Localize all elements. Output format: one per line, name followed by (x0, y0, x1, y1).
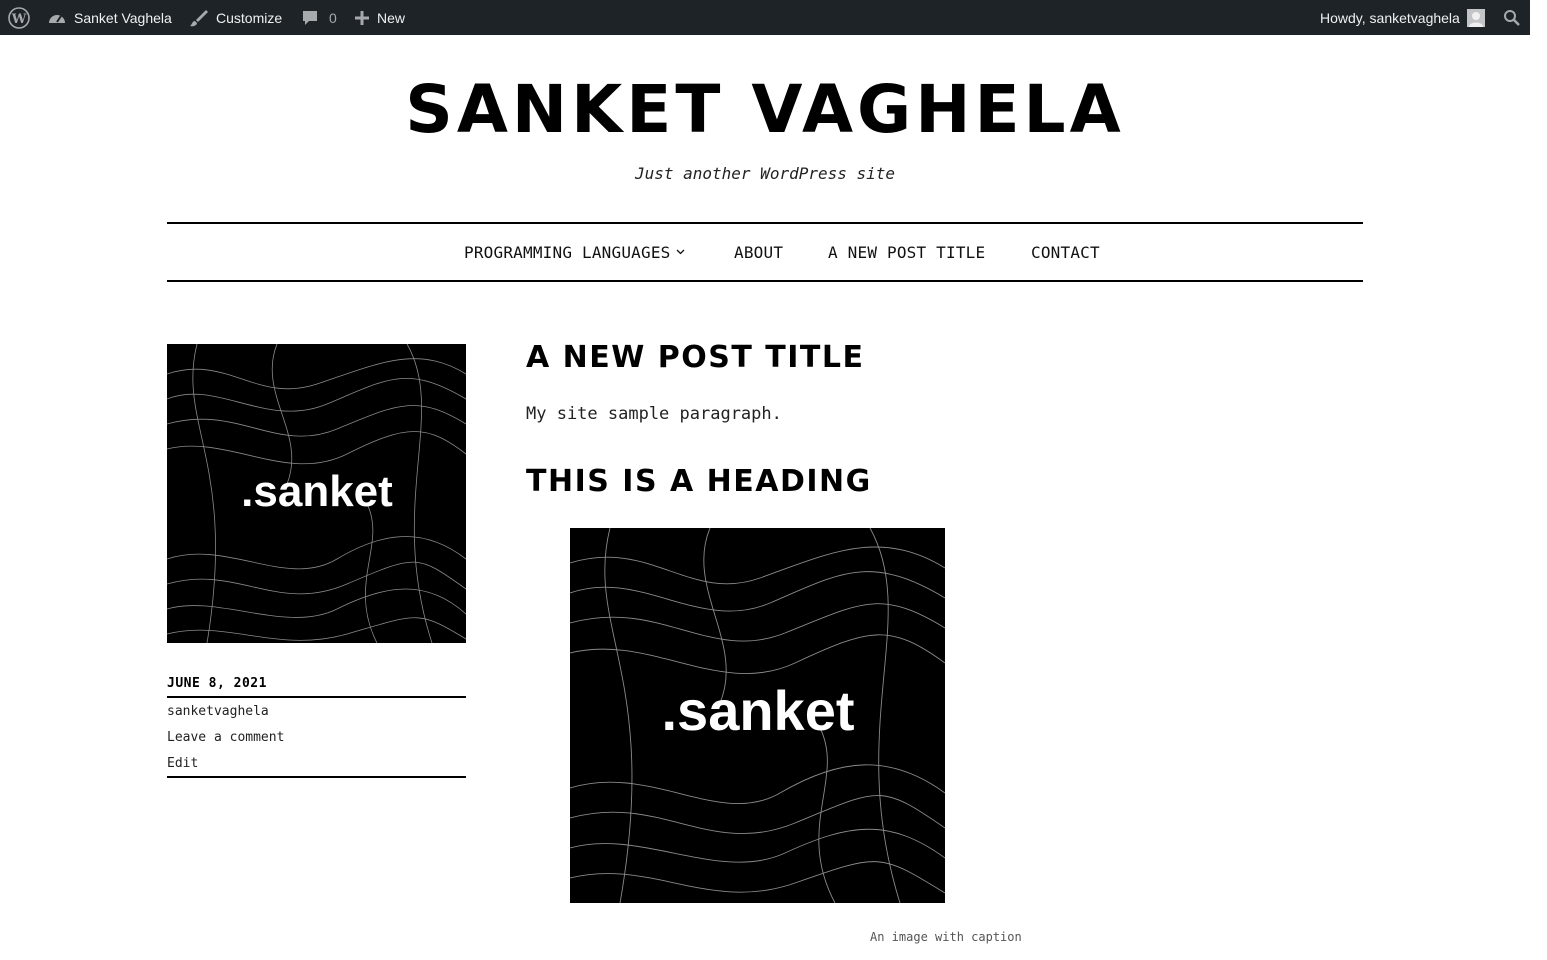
meta-divider-bottom (167, 776, 466, 778)
featured-image-brand-text: .sanket (241, 467, 393, 516)
comments-link[interactable]: 0 (301, 0, 337, 35)
site-name-link[interactable]: Sanket Vaghela (47, 0, 172, 35)
meta-divider-top (167, 696, 466, 698)
site-name-label: Sanket Vaghela (74, 9, 172, 26)
post-paragraph: My site sample paragraph. (526, 404, 782, 424)
site-title[interactable]: SANKET VAGHELA (0, 70, 1530, 150)
comment-icon (301, 9, 319, 27)
featured-image[interactable]: .sanket (167, 344, 466, 643)
primary-navigation: PROGRAMMING LANGUAGES ABOUT A NEW POST T… (167, 222, 1363, 282)
post-heading: THIS IS A HEADING (526, 464, 872, 499)
nav-item-label: A NEW POST TITLE (828, 242, 986, 262)
howdy-label: Howdy, sanketvaghela (1320, 9, 1460, 26)
post-date[interactable]: JUNE 8, 2021 (167, 676, 267, 691)
nav-item-new-post-title[interactable]: A NEW POST TITLE (828, 224, 985, 280)
chevron-down-icon (676, 249, 685, 255)
nav-item-label: CONTACT (1031, 242, 1100, 262)
author-link[interactable]: sanketvaghela (167, 704, 269, 719)
comments-count: 0 (329, 9, 337, 26)
leave-comment-link[interactable]: Leave a comment (167, 730, 284, 745)
edit-link[interactable]: Edit (167, 756, 198, 771)
my-account-link[interactable]: Howdy, sanketvaghela (1320, 0, 1485, 35)
dashboard-icon (47, 9, 67, 27)
content-image: .sanket (570, 528, 945, 903)
svg-text:W: W (11, 12, 27, 27)
nav-item-about[interactable]: ABOUT (734, 224, 783, 280)
customize-label: Customize (216, 9, 283, 26)
content-image-brand-text: .sanket (662, 679, 855, 742)
nav-item-label: ABOUT (734, 242, 784, 262)
search-icon[interactable] (1503, 0, 1521, 35)
image-caption: An image with caption (870, 930, 1022, 944)
nav-item-label: PROGRAMMING LANGUAGES (464, 242, 671, 262)
wordpress-logo-icon[interactable]: W (8, 0, 30, 35)
site-tagline: Just another WordPress site (634, 164, 896, 183)
nav-item-programming-languages[interactable]: PROGRAMMING LANGUAGES (464, 224, 685, 280)
plus-icon (354, 10, 370, 26)
customize-link[interactable]: Customize (189, 0, 282, 35)
new-content-link[interactable]: New (354, 0, 405, 35)
post-title: A NEW POST TITLE (526, 340, 865, 375)
new-label: New (377, 9, 406, 26)
admin-bar: W Sanket Vaghela Customize 0 New Howdy, … (0, 0, 1530, 35)
avatar (1466, 8, 1485, 27)
paintbrush-icon (189, 8, 209, 28)
nav-item-contact[interactable]: CONTACT (1031, 224, 1100, 280)
